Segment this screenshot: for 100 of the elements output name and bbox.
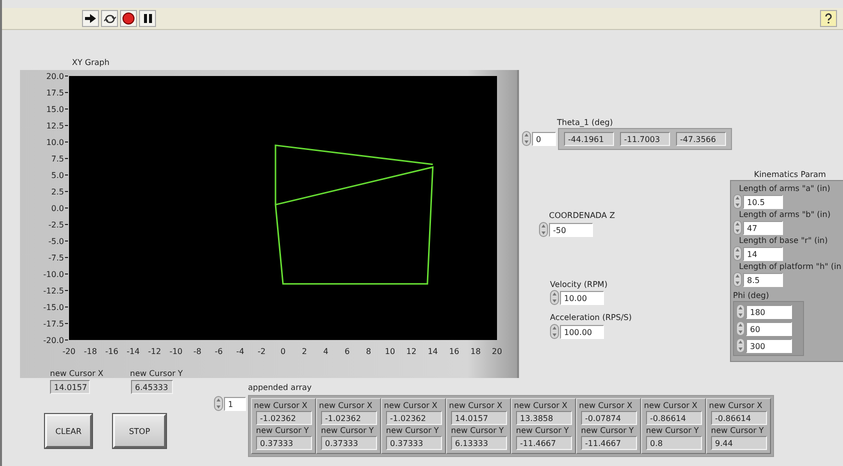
control-label: Length of arms "a" (in)	[739, 184, 832, 193]
numeric-indicator: 6.45333	[131, 380, 173, 394]
numeric-indicator: -1.02362	[386, 411, 442, 425]
axis-tick-label: 4	[323, 347, 328, 356]
help-icon[interactable]	[820, 10, 837, 27]
axis-tick-label: -20	[62, 347, 76, 356]
increment-decrement-control[interactable]	[522, 131, 531, 146]
control-label: Length of platform "h" (in	[739, 262, 842, 271]
indicator-label: new Cursor X	[514, 401, 568, 410]
increment-decrement-control[interactable]	[736, 304, 745, 319]
axis-tick-label: 20	[492, 347, 502, 356]
numeric-indicator: 6.13333	[451, 436, 507, 450]
axis-tick-label: -4	[236, 347, 244, 356]
control-label: Acceleration (RPS/S)	[550, 313, 632, 322]
axis-tick-label: -8	[193, 347, 202, 356]
circular-arrows-icon[interactable]	[101, 10, 118, 27]
axis-tick-label: 2	[302, 347, 307, 356]
numeric-field[interactable]: 10.00	[560, 290, 604, 304]
indicator-label: new Cursor X	[384, 401, 438, 410]
indicator-label: new Cursor Y	[581, 426, 635, 435]
indicator-label: new Cursor X	[254, 401, 308, 410]
numeric-field[interactable]: 300	[746, 338, 792, 352]
increment-decrement-control[interactable]	[550, 290, 559, 305]
increment-decrement-control[interactable]	[733, 220, 742, 235]
indicator-label: new Cursor X	[579, 401, 634, 410]
numeric-indicator: 0.37333	[321, 436, 377, 450]
axis-tick-label: 20.0	[46, 72, 64, 81]
numeric-indicator: 14.0157	[50, 380, 90, 394]
indicator-label: new Cursor Y	[646, 426, 700, 435]
panel-button[interactable]: STOP	[113, 414, 166, 448]
numeric-indicator: -0.86614	[711, 411, 767, 425]
axis-tick-label: 6	[344, 347, 350, 356]
axis-tick-label: -2	[258, 347, 266, 356]
numeric-indicator: -1.02362	[321, 411, 377, 425]
numeric-field[interactable]: 10.5	[743, 194, 783, 208]
increment-decrement-control[interactable]	[214, 396, 223, 411]
numeric-indicator: 14.0157	[451, 411, 507, 425]
increment-decrement-control[interactable]	[733, 272, 742, 287]
indicator-label: new Cursor Y	[516, 426, 570, 435]
axis-tick-label: 12	[406, 347, 416, 356]
numeric-field[interactable]: 47	[743, 220, 783, 234]
axis-tick-label: -6	[214, 347, 223, 356]
graph-title: XY Graph	[72, 58, 110, 67]
control-label: Velocity (RPM)	[550, 280, 608, 289]
numeric-indicator: 0.8	[646, 436, 702, 450]
numeric-indicator: 9.44	[711, 436, 767, 450]
axis-tick-label: 2.5	[51, 188, 64, 196]
axis-tick-label: -10	[169, 347, 183, 356]
numeric-field[interactable]: 1	[224, 396, 246, 410]
indicator-label: new Cursor Y	[711, 426, 765, 435]
axis-tick-label: -14	[126, 347, 140, 356]
increment-decrement-control[interactable]	[736, 338, 745, 353]
indicator-label: new Cursor X	[50, 369, 104, 378]
numeric-field[interactable]: 0	[532, 132, 556, 146]
numeric-indicator: -11.4667	[581, 436, 637, 450]
axis-tick-label: -7.5	[48, 254, 64, 262]
numeric-field[interactable]: 100.00	[560, 324, 604, 338]
axis-tick-label: 18	[470, 347, 481, 356]
axis-tick-label: -16	[105, 347, 118, 356]
numeric-indicator: 0.37333	[386, 436, 442, 450]
indicator-label: new Cursor X	[644, 401, 698, 410]
axis-tick-label: 16	[449, 347, 460, 356]
numeric-indicator: -11.4667	[516, 436, 572, 450]
axis-tick-label: 7.5	[51, 154, 64, 164]
numeric-indicator: -0.07874	[581, 411, 637, 425]
axis-tick-label: 5.0	[51, 171, 64, 180]
increment-decrement-control[interactable]	[733, 194, 742, 209]
control-label: Length of arms "b" (in)	[739, 210, 832, 219]
array-label: appended array	[248, 383, 312, 392]
axis-tick-label: -10.0	[43, 270, 64, 279]
numeric-field[interactable]: 8.5	[743, 272, 783, 286]
numeric-field[interactable]: 180	[746, 304, 792, 318]
increment-decrement-control[interactable]	[539, 222, 548, 237]
increment-decrement-control[interactable]	[550, 324, 559, 339]
axis-tick-label: 17.5	[46, 88, 64, 98]
control-label: COORDENADA Z	[549, 211, 615, 220]
numeric-indicator: 0.37333	[256, 436, 312, 450]
axis-tick-label: -15.0	[43, 303, 64, 312]
increment-decrement-control[interactable]	[733, 246, 742, 261]
numeric-indicator: -44.1961	[564, 132, 614, 146]
axis-tick-label: 14	[428, 347, 438, 356]
indicator-label: new Cursor X	[709, 401, 764, 410]
axis-tick-label: -17.5	[43, 320, 64, 328]
axis-tick-label: 0	[280, 347, 286, 356]
indicator-label: new Cursor Y	[321, 426, 375, 435]
panel-button[interactable]: CLEAR	[45, 414, 92, 448]
numeric-field[interactable]: 14	[743, 246, 783, 260]
axis-tick-label: -18	[84, 347, 97, 356]
axis-tick-label: 8	[366, 347, 372, 356]
axis-tick-label: 10	[384, 347, 396, 356]
numeric-indicator: -47.3566	[676, 132, 726, 146]
axis-tick-label: 0.0	[51, 204, 64, 213]
pause-icon[interactable]	[139, 10, 156, 27]
increment-decrement-control[interactable]	[736, 321, 745, 336]
numeric-field[interactable]: -50	[549, 222, 593, 236]
numeric-field[interactable]: 60	[746, 322, 792, 336]
indicator-label: new Cursor X	[449, 401, 504, 410]
numeric-indicator: -11.7003	[620, 132, 670, 146]
axis-tick-label: 15.0	[46, 105, 64, 114]
stop-icon[interactable]	[120, 10, 137, 27]
